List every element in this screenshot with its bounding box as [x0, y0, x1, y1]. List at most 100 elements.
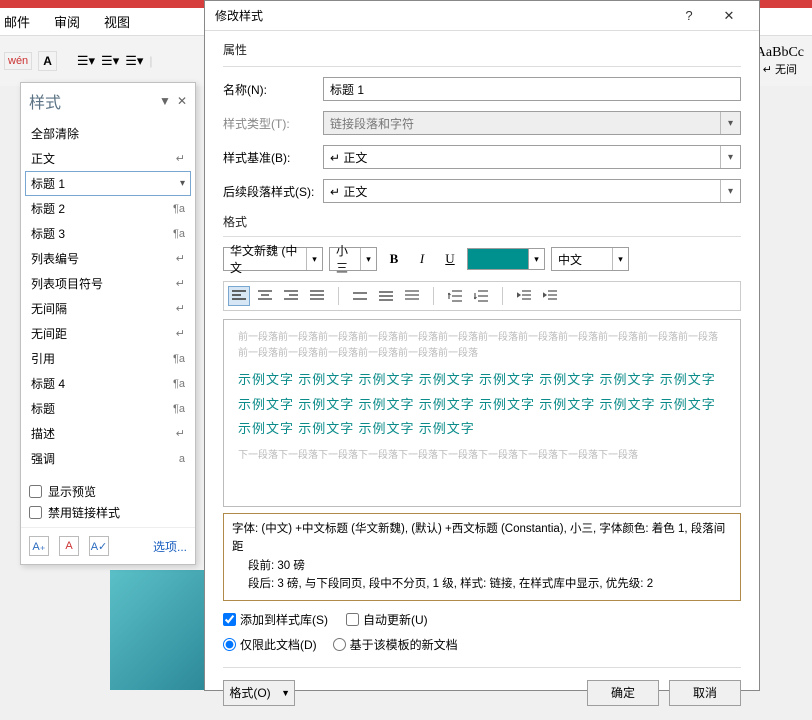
document-image [110, 570, 205, 690]
style-item-label: 引用 [31, 350, 55, 367]
style-item-label: 列表项目符号 [31, 275, 103, 292]
align-left-button[interactable] [228, 286, 250, 306]
style-item[interactable]: 标题¶a [25, 396, 191, 421]
chevron-down-icon[interactable]: ▾ [528, 249, 544, 269]
style-marker-icon: ¶a [173, 378, 185, 390]
cancel-button[interactable]: 取消 [669, 680, 741, 706]
style-item[interactable]: 正文↵ [25, 146, 191, 171]
style-preview-box: 前一段落前一段落前一段落前一段落前一段落前一段落前一段落前一段落前一段落前一段落… [223, 319, 741, 507]
chevron-down-icon[interactable]: ▾ [306, 248, 322, 270]
inspector-icon[interactable]: A [59, 536, 79, 556]
style-item-label: 列表编号 [31, 250, 79, 267]
ok-button[interactable]: 确定 [587, 680, 659, 706]
style-marker-icon: ↵ [176, 302, 185, 315]
font-size-select[interactable]: 小三▾ [329, 247, 377, 271]
modify-style-dialog: 修改样式 ? ✕ 属性 名称(N): 样式类型(T): 链接段落和字符 ▾ 样式… [204, 0, 760, 691]
indent-dec-button[interactable] [513, 286, 535, 306]
dialog-help-button[interactable]: ? [669, 2, 709, 30]
italic-button[interactable]: I [411, 248, 433, 270]
font-color-select[interactable]: ▾ [467, 248, 545, 270]
style-item[interactable]: 列表编号 ↵ [25, 246, 191, 271]
style-marker-icon: ↵ [176, 327, 185, 340]
type-label: 样式类型(T): [223, 115, 323, 132]
language-select[interactable]: 中文▾ [551, 247, 629, 271]
style-item-label: 标题 2 [31, 200, 65, 217]
style-preview-label: ↵ 无间 [763, 61, 797, 77]
style-item[interactable]: 标题 1 ▾ [25, 171, 191, 196]
new-style-icon[interactable]: A₊ [29, 536, 49, 556]
style-item[interactable]: 全部清除 [25, 121, 191, 146]
name-label: 名称(N): [223, 81, 323, 98]
style-item-label: 正文 [31, 150, 55, 167]
type-select: 链接段落和字符 ▾ [323, 111, 741, 135]
manage-styles-icon[interactable]: A✓ [89, 536, 109, 556]
styles-pane: 样式 ▼ ✕ 全部清除正文↵标题 1▾标题 2¶a标题 3¶a列表编号↵列表项目… [20, 82, 196, 565]
numbering-icon[interactable]: ☰▾ [101, 53, 119, 69]
style-marker-icon: ↵ [176, 277, 185, 290]
style-item-label: 标题 4 [31, 375, 65, 392]
style-item[interactable]: 强调a [25, 446, 191, 471]
multilevel-icon[interactable]: ☰▾ [125, 53, 143, 69]
style-item[interactable]: 标题 2 ¶a [25, 196, 191, 221]
style-item-label: 标题 [31, 400, 55, 417]
ribbon-tab[interactable]: 视图 [104, 12, 130, 31]
style-item[interactable]: 标题 3¶a [25, 221, 191, 246]
bullets-icon[interactable]: ☰▾ [77, 53, 95, 69]
pane-dropdown-icon[interactable]: ▼ [159, 94, 171, 108]
chevron-down-icon[interactable]: ▾ [720, 146, 740, 168]
style-item-label: 无间距 [31, 325, 67, 342]
style-marker-icon: a [179, 453, 185, 465]
spacing-2-button[interactable] [401, 286, 423, 306]
add-to-gallery-check[interactable]: 添加到样式库(S) [223, 611, 328, 628]
style-marker-icon: ↵ [176, 252, 185, 265]
font-family-select[interactable]: 华文新魏 (中文▾ [223, 247, 323, 271]
following-label: 后续段落样式(S): [223, 183, 323, 200]
style-item-label: 标题 1 [31, 175, 65, 192]
style-item-label: 描述 [31, 425, 55, 442]
ribbon-tab[interactable]: 审阅 [54, 12, 80, 31]
space-before-inc-button[interactable] [444, 286, 466, 306]
style-item[interactable]: 标题 4 ¶a [25, 371, 191, 396]
chevron-down-icon: ▾ [720, 112, 740, 134]
pane-options-link[interactable]: 选项... [153, 538, 187, 555]
show-preview-check[interactable]: 显示预览 [29, 481, 187, 502]
align-center-button[interactable] [254, 286, 276, 306]
style-marker-icon: ¶a [173, 353, 185, 365]
indent-inc-button[interactable] [539, 286, 561, 306]
chevron-down-icon[interactable]: ▾ [180, 178, 185, 189]
spacing-15-button[interactable] [375, 286, 397, 306]
align-justify-button[interactable] [306, 286, 328, 306]
style-preview[interactable]: AaBbCc [756, 45, 804, 61]
style-item[interactable]: 无间距 ↵ [25, 321, 191, 346]
style-item-label: 无间隔 [31, 300, 67, 317]
underline-button[interactable]: U [439, 248, 461, 270]
following-select[interactable]: ↵ 正文 ▾ [323, 179, 741, 203]
style-marker-icon: ¶a [173, 203, 185, 215]
chevron-down-icon[interactable]: ▾ [720, 180, 740, 202]
style-item-label: 标题 3 [31, 225, 65, 242]
style-item[interactable]: 列表项目符号 ↵ [25, 271, 191, 296]
style-item[interactable]: 描述↵ [25, 421, 191, 446]
font-box-icon[interactable]: A [38, 51, 57, 71]
align-right-button[interactable] [280, 286, 302, 306]
disable-linked-check[interactable]: 禁用链接样式 [29, 502, 187, 523]
chevron-down-icon[interactable]: ▾ [360, 248, 376, 270]
style-item[interactable]: 无间隔 ↵ [25, 296, 191, 321]
bold-button[interactable]: B [383, 248, 405, 270]
pane-close-icon[interactable]: ✕ [177, 94, 187, 108]
dialog-close-button[interactable]: ✕ [709, 2, 749, 30]
auto-update-check[interactable]: 自动更新(U) [346, 611, 428, 628]
space-before-dec-button[interactable] [470, 286, 492, 306]
chevron-down-icon: ▼ [281, 688, 290, 698]
format-menu-button[interactable]: 格式(O) ▼ [223, 680, 295, 706]
name-input[interactable] [323, 77, 741, 101]
ribbon-tab[interactable]: 邮件 [4, 12, 30, 31]
sample-text: 示例文字 示例文字 示例文字 示例文字 示例文字 示例文字 示例文字 示例文字 … [238, 362, 726, 448]
spacing-1-button[interactable] [349, 286, 371, 306]
based-on-select[interactable]: ↵ 正文 ▾ [323, 145, 741, 169]
style-item[interactable]: 引用 ¶a [25, 346, 191, 371]
this-document-radio[interactable]: 仅限此文档(D) [223, 636, 317, 653]
template-radio[interactable]: 基于该模板的新文档 [333, 636, 458, 653]
chevron-down-icon[interactable]: ▾ [612, 248, 628, 270]
font-color-icon[interactable]: wén [4, 52, 32, 70]
